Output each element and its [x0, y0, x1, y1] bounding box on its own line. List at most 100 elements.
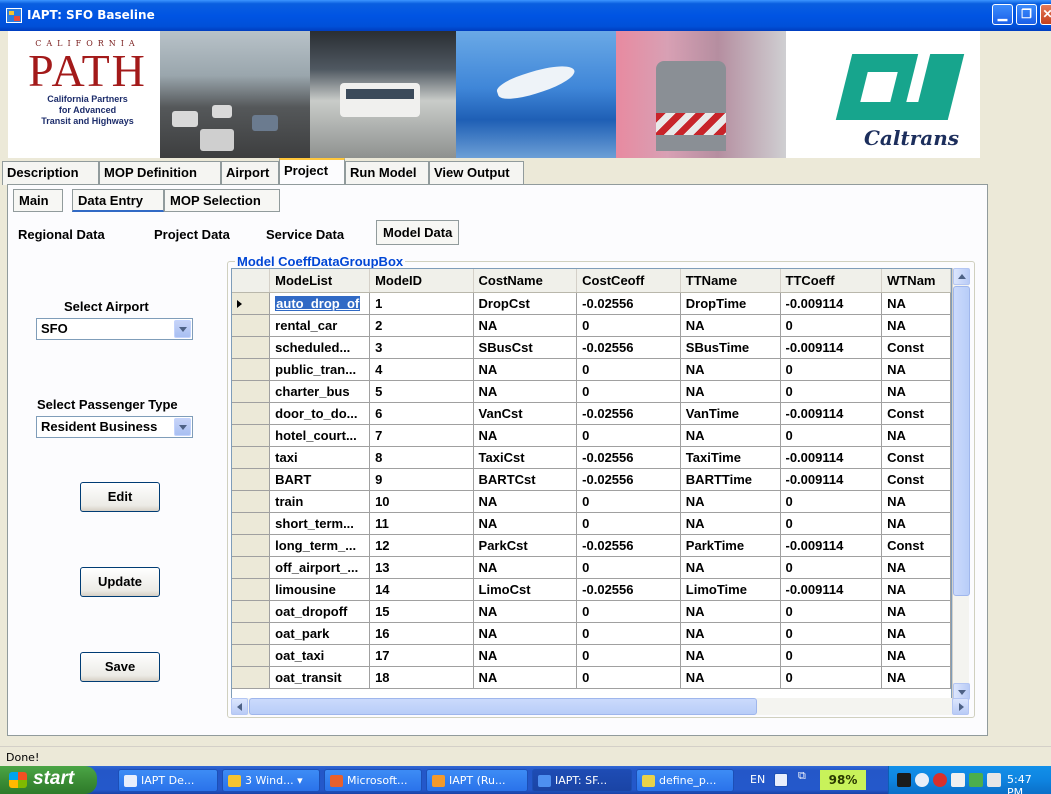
close-button[interactable]: ✕: [1040, 4, 1051, 25]
task-microsoft[interactable]: Microsoft...: [324, 769, 422, 792]
table-row[interactable]: hotel_court... 7 NA 0 NA 0 NA: [232, 424, 951, 447]
table-cell[interactable]: off_airport_...: [269, 556, 371, 579]
edit-button[interactable]: Edit: [80, 482, 160, 512]
table-cell[interactable]: NA: [881, 556, 951, 579]
row-header[interactable]: [232, 424, 271, 447]
table-cell[interactable]: NA: [881, 622, 951, 645]
table-cell[interactable]: BARTCst: [473, 468, 578, 491]
table-cell[interactable]: 0: [780, 380, 883, 403]
subtab-data-entry[interactable]: Data Entry: [72, 189, 164, 212]
table-cell[interactable]: NA: [881, 424, 951, 447]
table-row[interactable]: oat_transit 18 NA 0 NA 0 NA: [232, 666, 951, 689]
table-row[interactable]: train 10 NA 0 NA 0 NA: [232, 490, 951, 513]
table-cell[interactable]: 10: [369, 490, 474, 513]
table-cell[interactable]: -0.009114: [780, 468, 883, 491]
table-cell[interactable]: NA: [473, 380, 578, 403]
table-cell[interactable]: NA: [680, 600, 781, 623]
scroll-left-button[interactable]: [231, 698, 248, 715]
table-cell[interactable]: 0: [576, 512, 681, 535]
passenger-type-select[interactable]: Resident Business: [36, 416, 193, 438]
table-cell[interactable]: 0: [780, 512, 883, 535]
table-cell[interactable]: 7: [369, 424, 474, 447]
table-cell[interactable]: -0.009114: [780, 534, 883, 557]
horizontal-scrollbar[interactable]: [231, 698, 969, 715]
table-row[interactable]: rental_car 2 NA 0 NA 0 NA: [232, 314, 951, 337]
table-cell[interactable]: -0.009114: [780, 336, 883, 359]
row-header[interactable]: [232, 292, 271, 315]
table-cell[interactable]: NA: [680, 490, 781, 513]
row-header[interactable]: [232, 314, 271, 337]
table-cell[interactable]: 12: [369, 534, 474, 557]
table-cell[interactable]: 0: [780, 666, 883, 689]
table-cell[interactable]: 0: [576, 314, 681, 337]
start-button[interactable]: start: [0, 766, 97, 794]
table-cell[interactable]: 0: [576, 556, 681, 579]
row-header[interactable]: [232, 490, 271, 513]
table-cell[interactable]: NA: [473, 424, 578, 447]
scroll-up-button[interactable]: [953, 268, 970, 285]
table-cell[interactable]: 18: [369, 666, 474, 689]
table-cell[interactable]: -0.009114: [780, 446, 883, 469]
table-cell[interactable]: 0: [576, 666, 681, 689]
table-cell[interactable]: 0: [780, 358, 883, 381]
row-header[interactable]: [232, 512, 271, 535]
table-cell[interactable]: 0: [780, 490, 883, 513]
language-indicator[interactable]: EN: [750, 773, 765, 786]
table-cell[interactable]: 0: [576, 600, 681, 623]
vertical-scroll-thumb[interactable]: [953, 286, 970, 596]
table-cell[interactable]: Const: [881, 468, 951, 491]
table-cell[interactable]: 0: [780, 556, 883, 579]
table-cell[interactable]: -0.02556: [576, 292, 681, 315]
table-cell[interactable]: long_term_...: [269, 534, 371, 557]
save-button[interactable]: Save: [80, 652, 160, 682]
table-cell[interactable]: NA: [680, 622, 781, 645]
table-cell[interactable]: DropCst: [473, 292, 578, 315]
table-cell[interactable]: ParkCst: [473, 534, 578, 557]
table-row[interactable]: public_tran... 4 NA 0 NA 0 NA: [232, 358, 951, 381]
table-cell[interactable]: NA: [680, 512, 781, 535]
table-row[interactable]: charter_bus 5 NA 0 NA 0 NA: [232, 380, 951, 403]
table-cell[interactable]: BART: [269, 468, 371, 491]
table-row[interactable]: long_term_... 12 ParkCst -0.02556 ParkTime -0…: [232, 534, 951, 557]
column-header[interactable]: ModeList: [269, 269, 371, 293]
row-header[interactable]: [232, 380, 271, 403]
row-header[interactable]: [232, 556, 271, 579]
table-row[interactable]: door_to_do... 6 VanCst -0.02556 VanTime -0.00…: [232, 402, 951, 425]
row-header[interactable]: [232, 534, 271, 557]
table-cell[interactable]: 0: [576, 644, 681, 667]
display-icon[interactable]: [987, 773, 1001, 787]
help-icon[interactable]: [774, 773, 788, 787]
table-cell[interactable]: 0: [576, 622, 681, 645]
table-cell[interactable]: NA: [881, 644, 951, 667]
table-cell[interactable]: LimoTime: [680, 578, 781, 601]
table-cell[interactable]: NA: [881, 292, 951, 315]
chevron-down-icon[interactable]: [174, 418, 191, 436]
table-cell[interactable]: ParkTime: [680, 534, 781, 557]
table-cell[interactable]: oat_dropoff: [269, 600, 371, 623]
table-cell[interactable]: Const: [881, 446, 951, 469]
row-header[interactable]: [232, 644, 271, 667]
security-icon[interactable]: [933, 773, 947, 787]
tab-run-model[interactable]: Run Model: [345, 161, 429, 185]
table-cell[interactable]: BARTTime: [680, 468, 781, 491]
table-cell[interactable]: 13: [369, 556, 474, 579]
table-cell[interactable]: 0: [576, 380, 681, 403]
row-header[interactable]: [232, 666, 271, 689]
table-row[interactable]: BART 9 BARTCst -0.02556 BARTTime -0.009114 Con…: [232, 468, 951, 491]
table-row[interactable]: auto_drop_of 1 DropCst -0.02556 DropTime -0.0…: [232, 292, 951, 315]
minimize-button[interactable]: ▁: [992, 4, 1013, 25]
table-cell[interactable]: 4: [369, 358, 474, 381]
table-cell[interactable]: NA: [881, 666, 951, 689]
table-cell[interactable]: 15: [369, 600, 474, 623]
table-cell[interactable]: -0.009114: [780, 292, 883, 315]
tab-model-data[interactable]: Model Data: [376, 220, 460, 245]
row-header[interactable]: [232, 468, 271, 491]
row-header[interactable]: [232, 402, 271, 425]
tab-service-data[interactable]: Service Data: [266, 227, 344, 242]
table-cell[interactable]: NA: [473, 512, 578, 535]
table-cell[interactable]: door_to_do...: [269, 402, 371, 425]
table-cell[interactable]: NA: [473, 644, 578, 667]
table-cell[interactable]: limousine: [269, 578, 371, 601]
table-cell[interactable]: 0: [576, 424, 681, 447]
table-cell[interactable]: NA: [473, 490, 578, 513]
